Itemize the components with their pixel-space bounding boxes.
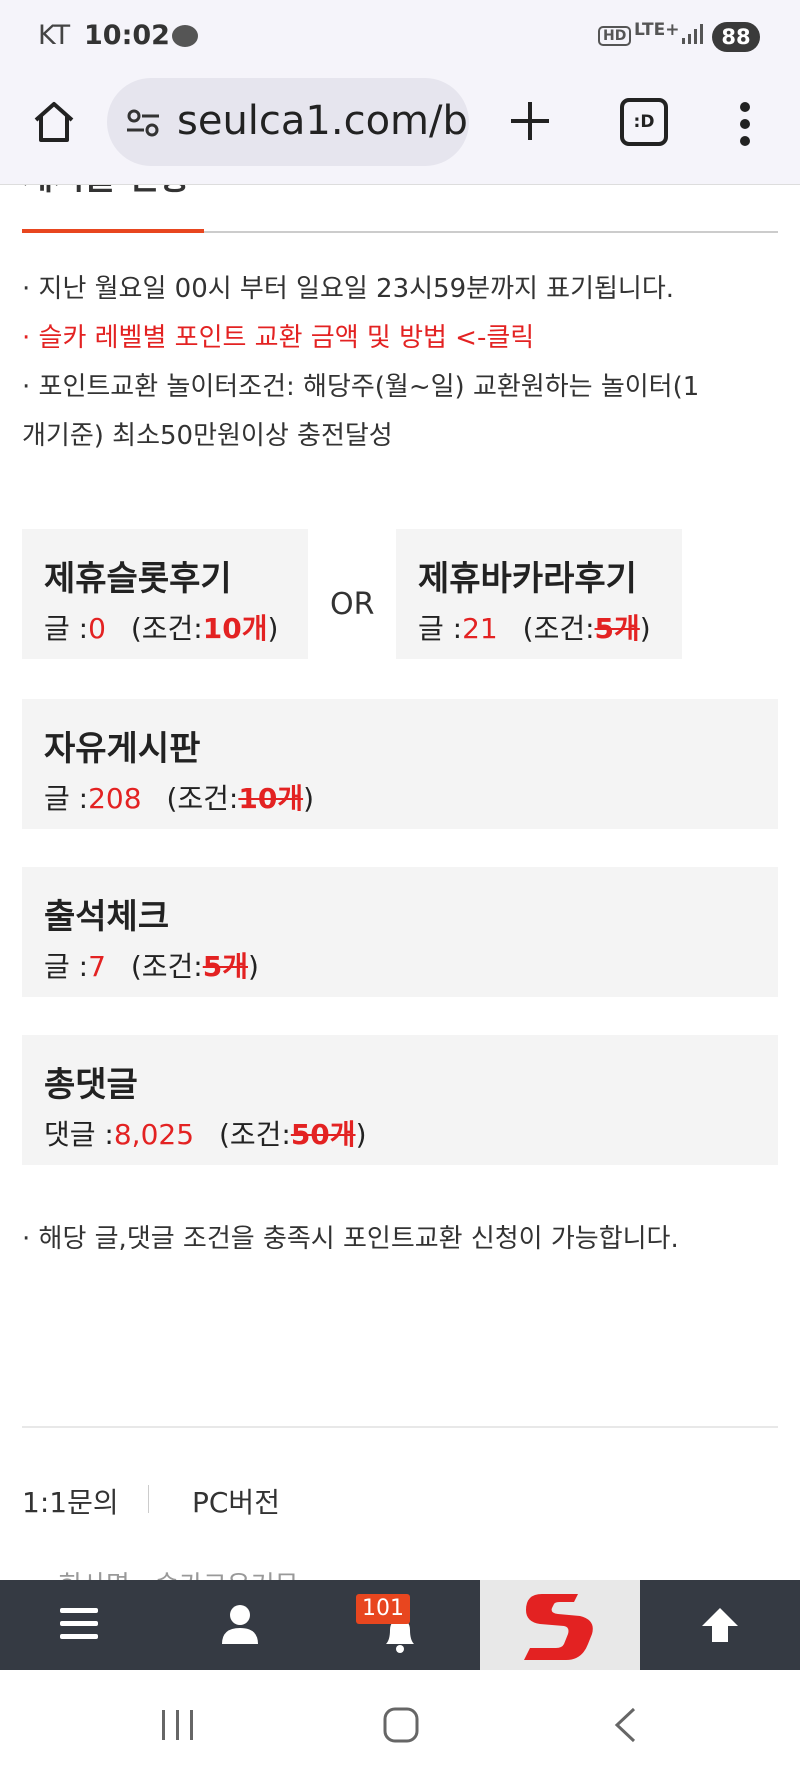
card-baccarat-review: 제휴바카라후기 글 :21 (조건:5개) — [396, 529, 682, 659]
condition-value: 50개 — [290, 1118, 356, 1151]
condition-open: (조건: — [166, 782, 239, 815]
note-condition-cont: 개기준) 최소50만원이상 충전달성 — [22, 421, 393, 451]
clock: 10:02 — [84, 20, 170, 51]
condition-open: (조건: — [522, 612, 595, 645]
note-condition: · 포인트교환 놀이터조건: 해당주(월~일) 교환원하는 놀이터(1 — [22, 372, 700, 402]
card-title: 자유게시판 — [44, 729, 201, 769]
card-free-board: 자유게시판 글 :208 (조건:10개) — [22, 699, 778, 829]
or-label: OR — [330, 587, 375, 622]
signal-icon — [682, 24, 703, 44]
scroll-top-button[interactable] — [640, 1580, 800, 1670]
bottom-note: · 해당 글,댓글 조건을 충족시 포인트교환 신청이 가능합니다. — [22, 1224, 679, 1254]
card-title: 제휴슬롯후기 — [44, 559, 232, 599]
condition-value: 5개 — [594, 612, 640, 645]
count-value: 8,025 — [113, 1118, 195, 1151]
carrier-label: KT — [38, 20, 71, 51]
condition-close: ) — [639, 612, 651, 645]
count-label: 글 : — [44, 612, 89, 645]
count-value: 0 — [88, 612, 106, 645]
profile-button[interactable] — [160, 1580, 320, 1670]
card-title: 출석체크 — [44, 897, 170, 937]
card-attendance: 출석체크 글 :7 (조건:5개) — [22, 867, 778, 997]
condition-open: (조건: — [218, 1118, 291, 1151]
section-title: 게시글 현황 — [22, 185, 190, 199]
hd-voice-icon: HD — [598, 26, 632, 46]
card-stat: 글 :0 (조건:10개) — [44, 607, 278, 647]
condition-close: ) — [303, 782, 315, 815]
menu-button[interactable] — [0, 1580, 160, 1670]
condition-close: ) — [247, 950, 259, 983]
back-icon[interactable] — [612, 1706, 638, 1744]
card-stat: 글 :208 (조건:10개) — [44, 777, 314, 817]
condition-value: 10개 — [238, 782, 304, 815]
inquiry-link[interactable]: 1:1문의 — [22, 1481, 119, 1521]
card-slot-review: 제휴슬롯후기 글 :0 (조건:10개) — [22, 529, 308, 659]
browser-toolbar: seulca1.com/b :D — [0, 72, 800, 185]
site-logo[interactable] — [480, 1580, 640, 1670]
pc-version-link[interactable]: PC버전 — [192, 1481, 280, 1521]
company-info: 회사명 : 슬카코유커뮤 — [58, 1565, 299, 1580]
new-tab-icon[interactable] — [505, 96, 555, 146]
card-stat: 댓글 :8,025 (조건:50개) — [44, 1113, 367, 1153]
site-settings-icon[interactable] — [125, 108, 161, 138]
condition-value: 10개 — [202, 612, 268, 645]
title-accent-bar — [22, 229, 204, 233]
tab-switcher-button[interactable]: :D — [620, 98, 668, 146]
more-menu-icon[interactable] — [738, 100, 752, 148]
card-stat: 글 :21 (조건:5개) — [418, 607, 651, 647]
footer-separator — [148, 1485, 149, 1513]
address-bar[interactable]: seulca1.com/b — [107, 78, 469, 166]
count-value: 21 — [462, 612, 498, 645]
page-content: 게시글 현황 · 지난 월요일 00시 부터 일요일 23시59분까지 표기됩니… — [0, 185, 800, 1580]
condition-open: (조건: — [130, 950, 203, 983]
card-total-comments: 총댓글 댓글 :8,025 (조건:50개) — [22, 1035, 778, 1165]
home-nav-icon[interactable] — [382, 1706, 420, 1744]
count-label: 글 : — [418, 612, 463, 645]
condition-value: 5개 — [202, 950, 248, 983]
card-stat: 글 :7 (조건:5개) — [44, 945, 259, 985]
footer-divider — [22, 1426, 778, 1428]
user-icon — [222, 1605, 258, 1644]
count-label: 글 : — [44, 950, 89, 983]
card-title: 총댓글 — [44, 1065, 138, 1105]
notification-badge: 101 — [356, 1594, 410, 1624]
count-label: 댓글 : — [44, 1118, 114, 1151]
seulca-logo-icon — [524, 1594, 593, 1660]
arrow-up-icon — [702, 1608, 738, 1642]
hamburger-icon — [60, 1608, 98, 1639]
network-type: LTE+ — [634, 20, 680, 40]
condition-close: ) — [355, 1118, 367, 1151]
count-label: 글 : — [44, 782, 89, 815]
card-title: 제휴바카라후기 — [418, 559, 637, 599]
count-value: 7 — [88, 950, 106, 983]
url-text[interactable]: seulca1.com/b — [177, 98, 468, 144]
note-period: · 지난 월요일 00시 부터 일요일 23시59분까지 표기됩니다. — [22, 274, 675, 304]
condition-close: ) — [267, 612, 279, 645]
condition-open: (조건: — [130, 612, 203, 645]
status-bar: KT 10:02 HD LTE+ 88 — [0, 0, 800, 72]
home-icon[interactable] — [30, 98, 78, 146]
note-exchange-link[interactable]: · 슬카 레벨별 포인트 교환 금액 및 방법 <-클릭 — [22, 314, 782, 363]
app-bottom-nav: 101 — [0, 1580, 800, 1670]
recent-apps-icon[interactable] — [160, 1708, 196, 1742]
kakaotalk-icon — [172, 25, 198, 47]
system-nav-bar — [0, 1670, 800, 1778]
count-value: 208 — [88, 782, 142, 815]
battery-indicator: 88 — [712, 22, 760, 52]
